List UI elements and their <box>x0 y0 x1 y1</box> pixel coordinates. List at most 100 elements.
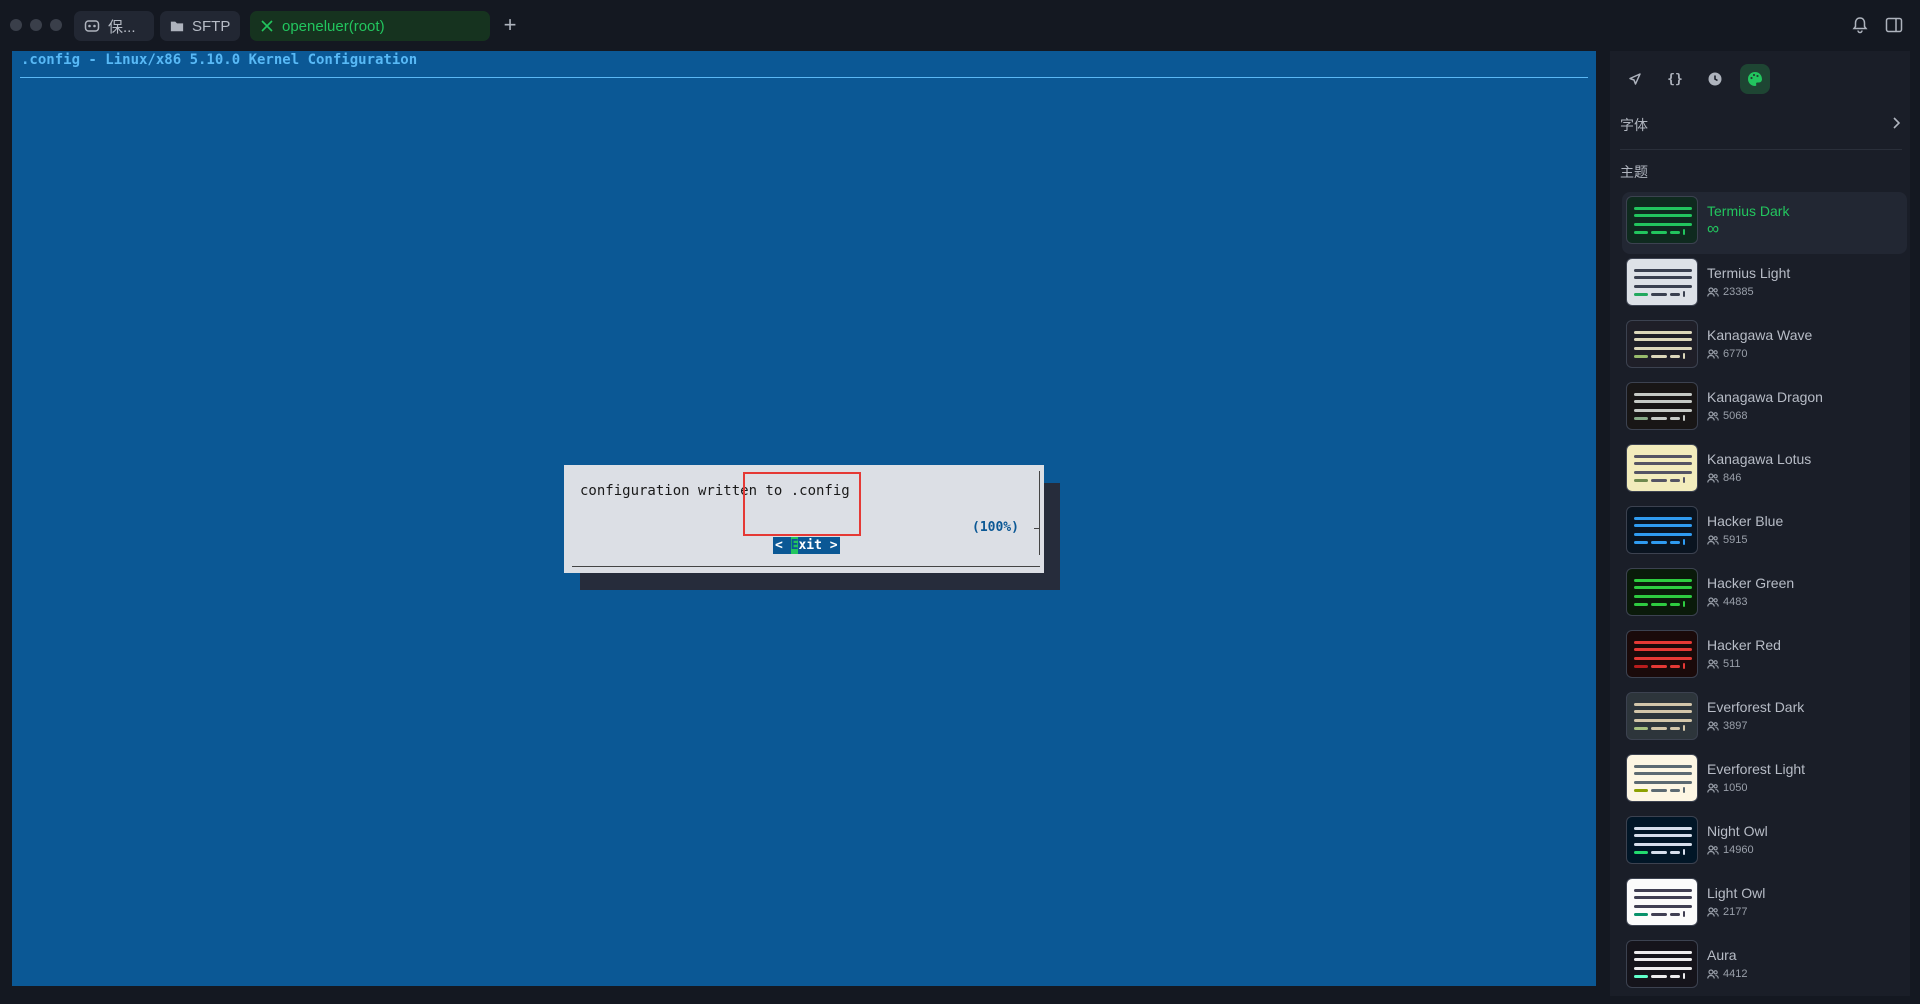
theme-item[interactable]: Hacker Red 511 <box>1622 626 1907 688</box>
user-count-value: 3897 <box>1723 720 1748 732</box>
preview-line <box>1670 851 1680 854</box>
dialog-border <box>1039 471 1040 555</box>
theme-item[interactable]: Aura 4412 <box>1622 936 1907 996</box>
theme-item[interactable]: Termius Light 23385 <box>1622 254 1907 316</box>
theme-item[interactable]: Everforest Light 1050 <box>1622 750 1907 812</box>
theme-name: Hacker Blue <box>1707 513 1784 529</box>
settings-panel: {} 字体 主题 Termius Dark ∞ Termius Light 23385… <box>1610 51 1910 996</box>
theme-user-count: 4412 <box>1707 968 1747 980</box>
theme-preview-thumbnail <box>1626 382 1698 430</box>
preview-line <box>1651 293 1667 296</box>
users-icon <box>1707 597 1719 607</box>
title-rule <box>20 77 1588 78</box>
users-icon <box>1707 535 1719 545</box>
preview-line <box>1634 417 1648 420</box>
highlight-annotation-box <box>743 472 861 536</box>
exit-button[interactable]: < E xit > <box>773 537 840 554</box>
preview-line <box>1683 911 1685 917</box>
preview-line <box>1651 727 1667 730</box>
preview-line <box>1634 285 1692 288</box>
preview-line <box>1634 595 1692 598</box>
panel-tab-themes[interactable] <box>1740 64 1770 94</box>
preview-line <box>1634 400 1692 403</box>
preview-line <box>1634 355 1648 358</box>
users-icon <box>1707 907 1719 917</box>
theme-name: Aura <box>1707 947 1737 963</box>
preview-line <box>1683 415 1685 421</box>
theme-item[interactable]: Everforest Dark 3897 <box>1622 688 1907 750</box>
preview-line <box>1634 843 1692 846</box>
preview-line <box>1634 967 1692 970</box>
theme-list: Termius Dark ∞ Termius Light 23385 Kanagawa … <box>1622 192 1907 996</box>
theme-user-count: 5915 <box>1707 534 1747 546</box>
new-tab-button[interactable]: + <box>498 14 522 38</box>
preview-line <box>1634 772 1692 775</box>
preview-line <box>1651 417 1667 420</box>
user-count-value: 14960 <box>1723 844 1754 856</box>
preview-line <box>1634 657 1692 660</box>
preview-line <box>1634 641 1692 644</box>
theme-item[interactable]: Hacker Green 4483 <box>1622 564 1907 626</box>
panel-tab-snippets[interactable] <box>1620 64 1650 94</box>
preview-line <box>1634 913 1648 916</box>
preview-line <box>1670 789 1680 792</box>
preview-line <box>1634 533 1692 536</box>
preview-line <box>1670 727 1680 730</box>
preview-line <box>1634 905 1692 908</box>
theme-user-count: 2177 <box>1707 906 1747 918</box>
preview-line <box>1634 958 1692 961</box>
theme-item[interactable]: Kanagawa Lotus 846 <box>1622 440 1907 502</box>
preview-line <box>1634 896 1692 899</box>
bell-icon[interactable] <box>1850 15 1870 35</box>
theme-preview-thumbnail <box>1626 258 1698 306</box>
panel-tab-history[interactable] <box>1700 64 1730 94</box>
sidebar-toggle-icon[interactable] <box>1884 15 1904 35</box>
preview-line <box>1634 719 1692 722</box>
theme-item[interactable]: Termius Dark ∞ <box>1622 192 1907 254</box>
preview-line <box>1634 331 1692 334</box>
preview-line <box>1683 291 1685 297</box>
user-count-value: 6770 <box>1723 348 1748 360</box>
theme-preview-thumbnail <box>1626 196 1698 244</box>
theme-preview-thumbnail <box>1626 568 1698 616</box>
preview-line <box>1634 781 1692 784</box>
close-icon[interactable] <box>260 19 274 33</box>
palette-icon <box>1748 72 1762 86</box>
theme-preview-thumbnail <box>1626 816 1698 864</box>
exit-bracket-right: > <box>821 538 838 553</box>
theme-name: Termius Dark <box>1707 203 1790 219</box>
preview-line <box>1651 975 1667 978</box>
panel-tab-code[interactable]: {} <box>1660 64 1690 94</box>
tab-ai-assistant[interactable]: 保... <box>74 11 154 41</box>
preview-line <box>1634 827 1692 830</box>
preview-line <box>1683 539 1685 545</box>
theme-item[interactable]: Night Owl 14960 <box>1622 812 1907 874</box>
theme-user-count: 14960 <box>1707 844 1754 856</box>
ai-bot-icon <box>84 20 100 32</box>
user-count-value: 511 <box>1723 658 1741 670</box>
theme-preview-thumbnail <box>1626 878 1698 926</box>
preview-line <box>1634 231 1648 234</box>
preview-line <box>1634 524 1692 527</box>
tab-openeluer[interactable]: openeluer(root) <box>250 11 490 41</box>
preview-line <box>1634 765 1692 768</box>
theme-preview-thumbnail <box>1626 444 1698 492</box>
theme-name: Everforest Dark <box>1707 699 1805 715</box>
font-setting-row[interactable]: 字体 <box>1620 113 1902 137</box>
window-close-button[interactable] <box>10 19 22 31</box>
preview-line <box>1651 603 1667 606</box>
theme-item[interactable]: Kanagawa Wave 6770 <box>1622 316 1907 378</box>
preview-line <box>1670 665 1680 668</box>
window-maximize-button[interactable] <box>50 19 62 31</box>
theme-item[interactable]: Hacker Blue 5915 <box>1622 502 1907 564</box>
preview-line <box>1683 849 1685 855</box>
window-minimize-button[interactable] <box>30 19 42 31</box>
preview-line <box>1634 648 1692 651</box>
user-count-value: 4412 <box>1723 968 1748 980</box>
tab-sftp[interactable]: SFTP <box>160 11 240 41</box>
preview-line <box>1634 727 1648 730</box>
theme-item[interactable]: Kanagawa Dragon 5068 <box>1622 378 1907 440</box>
theme-item[interactable]: Light Owl 2177 <box>1622 874 1907 936</box>
tab-label: openeluer(root) <box>282 17 385 35</box>
preview-line <box>1634 586 1692 589</box>
